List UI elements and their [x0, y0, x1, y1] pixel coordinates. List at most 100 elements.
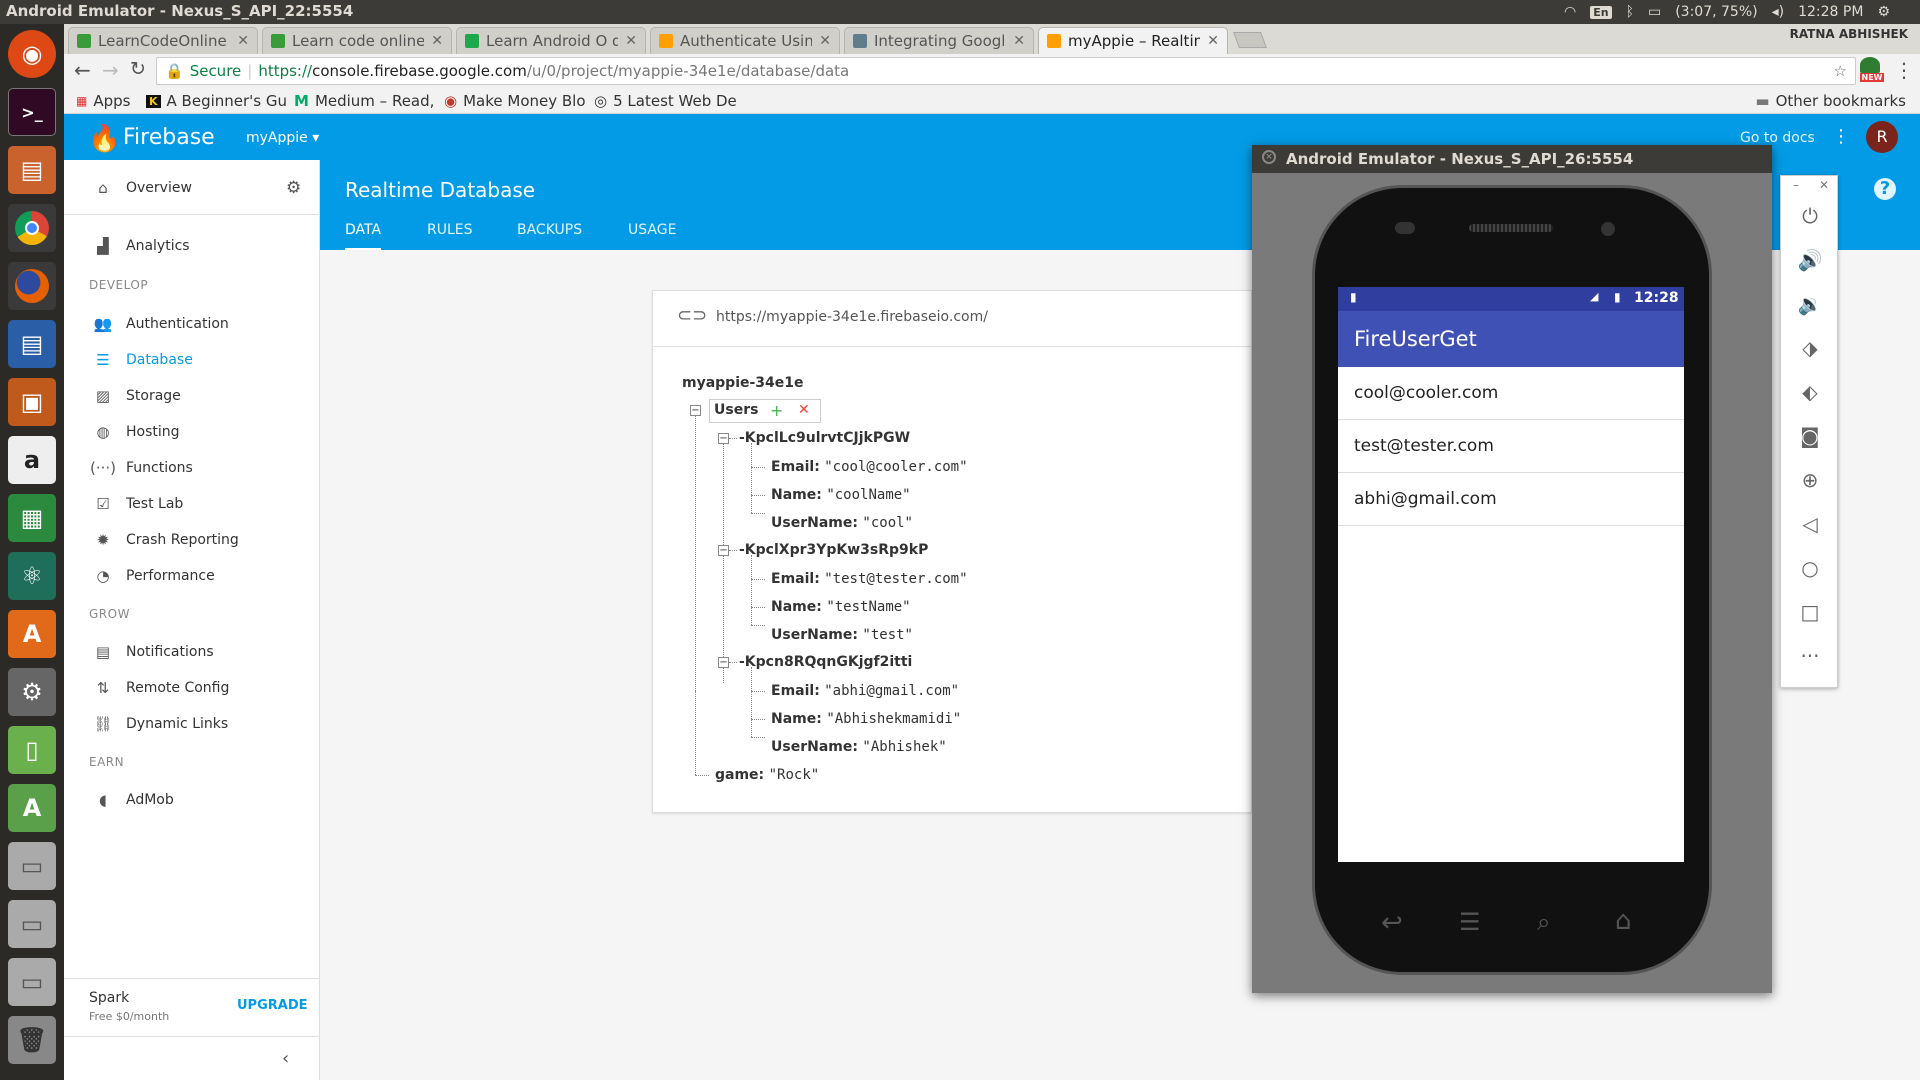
- other-bookmarks[interactable]: ▬ Other bookmarks: [1755, 92, 1906, 110]
- collapse-toggle[interactable]: −: [718, 545, 729, 556]
- sidebar-item-analytics[interactable]: ▟ Analytics: [64, 228, 320, 264]
- tree-root[interactable]: myappie-34e1e: [682, 375, 804, 391]
- sidebar-item-hosting[interactable]: ◍ Hosting: [64, 414, 320, 450]
- close-icon[interactable]: ✕: [819, 33, 831, 49]
- add-icon[interactable]: +: [770, 401, 783, 420]
- volume-icon[interactable]: ◂): [1772, 4, 1785, 20]
- keyboard-indicator[interactable]: En: [1590, 5, 1612, 19]
- software-center-icon[interactable]: A: [8, 610, 56, 658]
- phone-home-icon[interactable]: ⌂: [1615, 906, 1632, 936]
- files-icon[interactable]: ▤: [8, 146, 56, 194]
- sidebar-item-storage[interactable]: ▨ Storage: [64, 378, 320, 414]
- user-name-field[interactable]: Name: "testName": [771, 599, 911, 615]
- user-email-field[interactable]: Email: "abhi@gmail.com": [771, 683, 959, 699]
- more-icon[interactable]: ···: [1781, 644, 1839, 674]
- sidebar-item-admob[interactable]: ◖ AdMob: [64, 782, 320, 818]
- close-icon[interactable]: ✕: [1819, 178, 1829, 192]
- new-tab-button[interactable]: [1233, 32, 1267, 48]
- go-to-docs-link[interactable]: Go to docs: [1740, 130, 1815, 146]
- close-icon[interactable]: ×: [1262, 150, 1276, 164]
- rotate-right-icon[interactable]: ⬖: [1781, 380, 1839, 410]
- clock[interactable]: 12:28 PM: [1798, 4, 1863, 20]
- tab-4[interactable]: Integrating Google ✕: [844, 27, 1034, 54]
- game-field[interactable]: game: "Rock": [715, 767, 819, 783]
- star-icon[interactable]: ☆: [1834, 62, 1847, 80]
- tab-backups[interactable]: BACKUPS: [517, 222, 582, 238]
- firefox-icon[interactable]: [8, 262, 56, 310]
- wifi-icon[interactable]: ◠: [1564, 4, 1576, 20]
- user-id[interactable]: -KpclLc9ulrvtCJjkPGW: [739, 430, 910, 446]
- bookmark-make-money[interactable]: ◉ Make Money Blo: [444, 92, 586, 110]
- list-item[interactable]: cool@cooler.com: [1338, 367, 1684, 420]
- avatar[interactable]: R: [1866, 121, 1898, 153]
- home-icon[interactable]: ○: [1781, 556, 1839, 586]
- tab-usage[interactable]: USAGE: [628, 222, 676, 238]
- bluetooth-icon[interactable]: ᛒ: [1626, 4, 1634, 20]
- android-studio-icon[interactable]: A: [8, 784, 56, 832]
- sidebar-item-notifications[interactable]: ▤ Notifications: [64, 634, 320, 670]
- tab-3[interactable]: Authenticate Using ✕: [650, 27, 840, 54]
- tab-2[interactable]: Learn Android O de ✕: [456, 27, 646, 54]
- delete-icon[interactable]: ✕: [798, 402, 810, 418]
- collapse-toggle[interactable]: −: [690, 405, 701, 416]
- amazon-icon[interactable]: a: [8, 436, 56, 484]
- database-url[interactable]: https://myappie-34e1e.firebaseio.com/: [716, 309, 988, 325]
- power-icon[interactable]: ⏻: [1781, 204, 1839, 234]
- user-email-field[interactable]: Email: "test@tester.com": [771, 571, 968, 587]
- upgrade-button[interactable]: UPGRADE: [237, 998, 308, 1013]
- user-name-field[interactable]: Name: "coolName": [771, 487, 911, 503]
- rotate-left-icon[interactable]: ⬗: [1781, 336, 1839, 366]
- sidebar-item-overview[interactable]: ⌂ Overview: [64, 170, 274, 206]
- sidebar-item-functions[interactable]: (···) Functions: [64, 450, 320, 486]
- phone-search-icon[interactable]: ⌕: [1537, 908, 1550, 936]
- terminal-icon[interactable]: >_: [8, 88, 56, 136]
- drive-icon-2[interactable]: ▭: [8, 900, 56, 948]
- calc-icon[interactable]: ▦: [8, 494, 56, 542]
- tab-1[interactable]: Learn code online | ✕: [262, 27, 452, 54]
- close-icon[interactable]: ✕: [1013, 33, 1025, 49]
- users-node-box[interactable]: Users + ✕: [709, 399, 821, 423]
- drive-icon-3[interactable]: ▭: [8, 958, 56, 1006]
- sidebar-item-dynamic-links[interactable]: ⛓ Dynamic Links: [64, 706, 320, 742]
- impress-icon[interactable]: ▣: [8, 378, 56, 426]
- phone-app-icon[interactable]: ▯: [8, 726, 56, 774]
- sidebar-item-authentication[interactable]: 👥 Authentication: [64, 306, 320, 342]
- forward-icon[interactable]: →: [102, 58, 119, 82]
- tab-data[interactable]: DATA: [345, 222, 382, 250]
- gear-icon[interactable]: ⚙: [286, 178, 301, 198]
- user-username-field[interactable]: UserName: "Abhishek": [771, 739, 947, 755]
- user-username-field[interactable]: UserName: "test": [771, 627, 913, 643]
- phone-menu-icon[interactable]: ☰: [1459, 908, 1481, 936]
- project-selector[interactable]: myAppie ▾: [246, 130, 319, 146]
- user-id[interactable]: -Kpcn8RQqnGKjgf2itti: [739, 654, 912, 670]
- bookmark-web-dev[interactable]: ◎ 5 Latest Web De: [594, 92, 737, 110]
- zoom-icon[interactable]: ⊕: [1781, 468, 1839, 498]
- close-icon[interactable]: ✕: [431, 33, 443, 49]
- chrome-menu-icon[interactable]: ⋮: [1894, 58, 1914, 82]
- chrome-icon[interactable]: [8, 204, 56, 252]
- overview-icon[interactable]: □: [1781, 600, 1839, 630]
- tab-0[interactable]: LearnCodeOnline ✕: [68, 27, 258, 54]
- collapse-chevron-icon[interactable]: ‹: [282, 1048, 289, 1069]
- extension-icon[interactable]: NEW: [1860, 57, 1884, 83]
- collapse-toggle[interactable]: −: [718, 657, 729, 668]
- list-item[interactable]: test@tester.com: [1338, 420, 1684, 473]
- bookmark-beginners[interactable]: K A Beginner's Gu: [146, 92, 287, 110]
- volume-down-icon[interactable]: 🔉: [1781, 292, 1839, 322]
- collapse-toggle[interactable]: −: [718, 433, 729, 444]
- sidebar-item-remote-config[interactable]: ⇅ Remote Config: [64, 670, 320, 706]
- help-icon[interactable]: ?: [1874, 178, 1896, 200]
- firebase-brand[interactable]: Firebase: [123, 125, 215, 150]
- user-email-field[interactable]: Email: "cool@cooler.com": [771, 459, 968, 475]
- sidebar-item-performance[interactable]: ◔ Performance: [64, 558, 320, 594]
- omnibox[interactable]: 🔒 Secure | https://console.firebase.goog…: [156, 57, 1856, 85]
- close-icon[interactable]: ✕: [1207, 33, 1219, 49]
- profile-name[interactable]: RATNA ABHISHEK: [1790, 27, 1908, 41]
- ubuntu-dash-icon[interactable]: ◉: [8, 30, 56, 78]
- user-id[interactable]: -KpclXpr3YpKw3sRp9kP: [739, 542, 928, 558]
- sidebar-item-crash-reporting[interactable]: ✹ Crash Reporting: [64, 522, 320, 558]
- battery-icon[interactable]: ▭: [1648, 4, 1661, 20]
- phone-back-icon[interactable]: ↩: [1381, 908, 1403, 938]
- trash-icon[interactable]: 🗑: [8, 1016, 56, 1064]
- close-icon[interactable]: ✕: [237, 33, 249, 49]
